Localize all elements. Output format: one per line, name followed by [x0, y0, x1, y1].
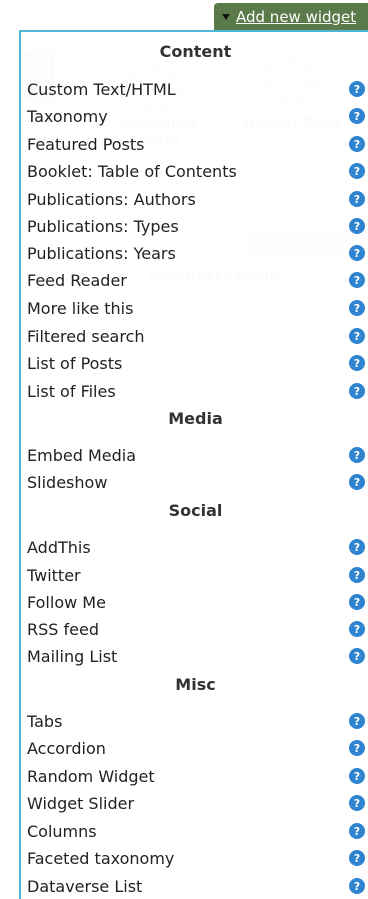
widget-label: Accordion — [27, 738, 106, 758]
section-title-content: Content — [159, 42, 232, 61]
widget-more-like-this[interactable]: More like this? — [27, 297, 365, 319]
widget-label: Widget Slider — [27, 793, 135, 813]
help-icon[interactable]: ? — [349, 539, 365, 555]
help-icon[interactable]: ? — [349, 740, 365, 756]
help-icon[interactable]: ? — [349, 878, 365, 894]
help-icon[interactable]: ? — [349, 713, 365, 729]
widget-label: Twitter — [27, 565, 81, 585]
widget-twitter[interactable]: Twitter? — [27, 564, 365, 586]
help-icon[interactable]: ? — [349, 191, 365, 207]
help-icon[interactable]: ? — [349, 768, 365, 784]
widget-label: Featured Posts — [27, 134, 145, 154]
widget-tabs[interactable]: Tabs? — [27, 710, 365, 732]
widget-label: AddThis — [27, 537, 91, 557]
help-icon[interactable]: ? — [349, 163, 365, 179]
help-icon[interactable]: ? — [349, 567, 365, 583]
widget-label: List of Files — [27, 381, 116, 401]
help-icon[interactable]: ? — [349, 823, 365, 839]
section-title-social: Social — [168, 501, 223, 520]
widget-publications-authors[interactable]: Publications: Authors? — [27, 188, 365, 210]
widget-columns[interactable]: Columns? — [27, 820, 365, 842]
widget-label: Publications: Types — [27, 216, 179, 236]
widget-label: Tabs — [27, 711, 63, 731]
widget-label: Feed Reader — [27, 270, 127, 290]
help-icon[interactable]: ? — [349, 594, 365, 610]
widget-featured-posts[interactable]: Featured Posts? — [27, 133, 365, 155]
help-icon[interactable]: ? — [349, 108, 365, 124]
help-icon[interactable]: ? — [349, 621, 365, 637]
widget-rss-feed[interactable]: RSS feed? — [27, 618, 365, 640]
widget-publications-types[interactable]: Publications: Types? — [27, 215, 365, 237]
help-icon[interactable]: ? — [349, 136, 365, 152]
widget-addthis[interactable]: AddThis? — [27, 536, 365, 558]
widget-label: List of Posts — [27, 353, 123, 373]
add-new-widget-label: Add new widget — [236, 7, 357, 26]
help-icon[interactable]: ? — [349, 81, 365, 97]
widget-follow-me[interactable]: Follow Me? — [27, 591, 365, 613]
help-icon[interactable]: ? — [349, 355, 365, 371]
widget-label: Embed Media — [27, 445, 136, 465]
widget-label: Publications: Authors — [27, 189, 196, 209]
widget-menu: Content Custom Text/HTML? Taxonomy? Feat… — [19, 30, 368, 899]
help-icon[interactable]: ? — [349, 272, 365, 288]
caret-down-icon — [222, 13, 230, 20]
help-icon[interactable]: ? — [349, 300, 365, 316]
widget-label: Slideshow — [27, 472, 108, 492]
widget-filtered-search[interactable]: Filtered search? — [27, 325, 365, 347]
help-icon[interactable]: ? — [349, 328, 365, 344]
widget-dataverse-list[interactable]: Dataverse List? — [27, 875, 365, 897]
help-icon[interactable]: ? — [349, 795, 365, 811]
widget-list-of-posts[interactable]: List of Posts? — [27, 352, 365, 374]
widget-accordion[interactable]: Accordion? — [27, 737, 365, 759]
section-title-media: Media — [168, 409, 223, 428]
widget-label: Taxonomy — [27, 106, 108, 126]
widget-slideshow[interactable]: Slideshow? — [27, 471, 365, 493]
widget-label: RSS feed — [27, 619, 99, 639]
widget-embed-media[interactable]: Embed Media? — [27, 444, 365, 466]
section-title-misc: Misc — [175, 675, 216, 694]
widget-label: Faceted taxonomy — [27, 848, 175, 868]
help-icon[interactable]: ? — [349, 850, 365, 866]
widget-widget-slider[interactable]: Widget Slider? — [27, 792, 365, 814]
widget-feed-reader[interactable]: Feed Reader? — [27, 269, 365, 291]
widget-label: Dataverse List — [27, 876, 143, 896]
help-icon[interactable]: ? — [349, 218, 365, 234]
widget-label: Filtered search — [27, 326, 145, 346]
help-icon[interactable]: ? — [349, 474, 365, 490]
widget-custom-text-html[interactable]: Custom Text/HTML? — [27, 78, 365, 100]
widget-faceted-taxonomy[interactable]: Faceted taxonomy? — [27, 847, 365, 869]
help-icon[interactable]: ? — [349, 245, 365, 261]
widget-booklet-toc[interactable]: Booklet: Table of Contents? — [27, 160, 365, 182]
widget-publications-years[interactable]: Publications: Years? — [27, 242, 365, 264]
widget-label: Random Widget — [27, 766, 155, 786]
widget-label: More like this — [27, 298, 134, 318]
widget-list-of-files[interactable]: List of Files? — [27, 380, 365, 402]
widget-label: Columns — [27, 821, 97, 841]
widget-label: Booklet: Table of Contents — [27, 161, 237, 181]
widget-taxonomy[interactable]: Taxonomy? — [27, 105, 365, 127]
widget-label: Follow Me — [27, 592, 106, 612]
widget-mailing-list[interactable]: Mailing List? — [27, 645, 365, 667]
add-new-widget-button[interactable]: Add new widget — [214, 3, 368, 30]
widget-label: Mailing List — [27, 646, 118, 666]
help-icon[interactable]: ? — [349, 447, 365, 463]
help-icon[interactable]: ? — [349, 648, 365, 664]
widget-random-widget[interactable]: Random Widget? — [27, 765, 365, 787]
help-icon[interactable]: ? — [349, 383, 365, 399]
widget-label: Custom Text/HTML — [27, 79, 176, 99]
widget-label: Publications: Years — [27, 243, 176, 263]
